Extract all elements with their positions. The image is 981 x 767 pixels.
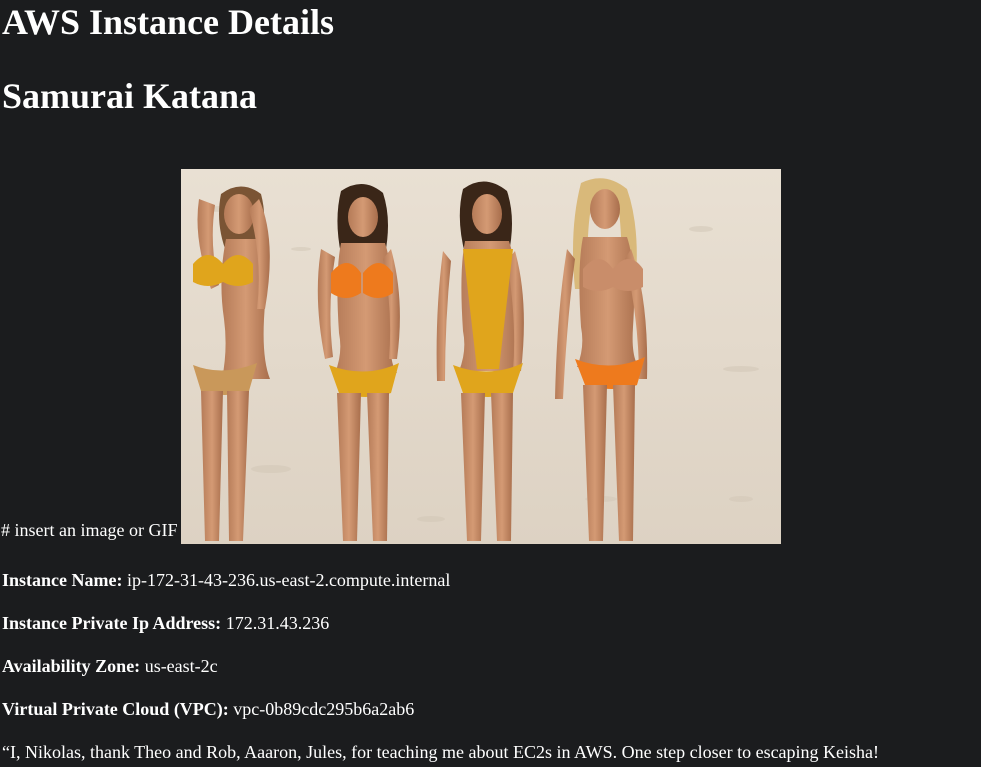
availability-zone-value: us-east-2c — [144, 656, 218, 676]
private-ip-row: Instance Private Ip Address: 172.31.43.2… — [2, 613, 329, 633]
beach-photo — [181, 169, 782, 544]
availability-zone-label: Availability Zone: — [2, 656, 141, 676]
availability-zone-row: Availability Zone: us-east-2c — [2, 656, 218, 676]
vpc-label: Virtual Private Cloud (VPC): — [2, 699, 229, 719]
page-title: AWS Instance Details — [2, 2, 335, 42]
thanks-message: “I, Nikolas, thank Theo and Rob, Aaaron,… — [2, 742, 880, 762]
vpc-value: vpc-0b89cdc295b6a2ab6 — [233, 699, 415, 719]
instance-name-value: ip-172-31-43-236.us-east-2.compute.inter… — [126, 570, 451, 590]
private-ip-label: Instance Private Ip Address: — [2, 613, 222, 633]
vpc-row: Virtual Private Cloud (VPC): vpc-0b89cdc… — [2, 699, 414, 719]
page-subtitle: Samurai Katana — [2, 76, 258, 116]
instance-name-label: Instance Name: — [2, 570, 123, 590]
private-ip-value: 172.31.43.236 — [225, 613, 330, 633]
image-caption: # insert an image or GIF — [1, 520, 178, 540]
beach-photo-illustration — [181, 169, 782, 544]
instance-name-row: Instance Name: ip-172-31-43-236.us-east-… — [2, 570, 450, 590]
image-section: # insert an image or GIF — [1, 168, 782, 544]
